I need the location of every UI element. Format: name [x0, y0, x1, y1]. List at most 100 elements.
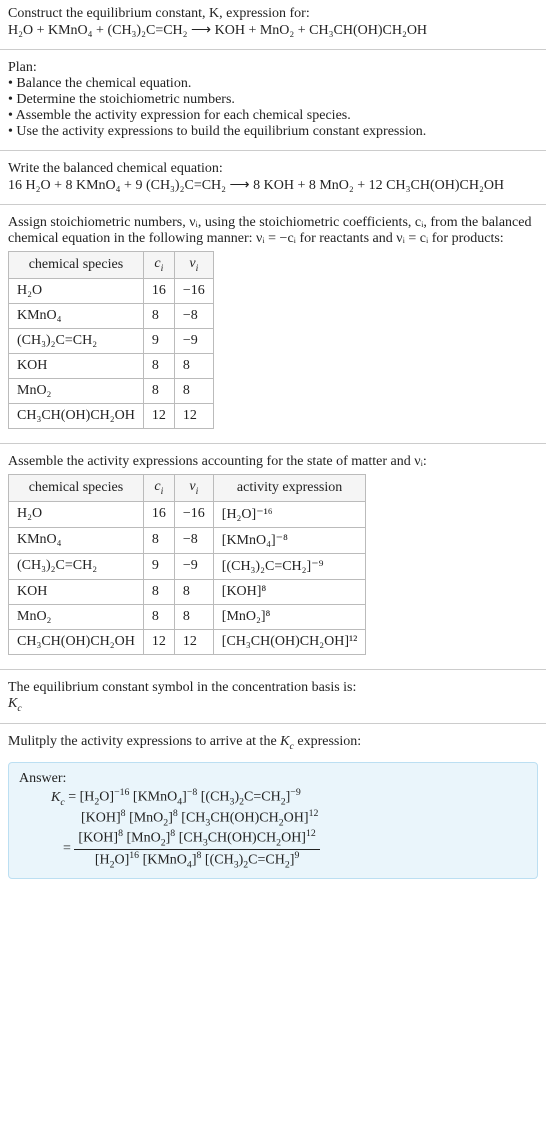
activity-heading: Assemble the activity expressions accoun… [8, 454, 538, 470]
plan-item-3: • Assemble the activity expression for e… [8, 108, 538, 124]
divider [0, 49, 546, 50]
stoich-table: chemical species ci νi H₂O16−16 KMnO₄8−8… [8, 251, 214, 429]
cell: 8 [143, 527, 174, 553]
stoich-heading: Assign stoichiometric numbers, νᵢ, using… [8, 215, 538, 247]
multiply-text: Mulitply the activity expressions to arr… [8, 734, 361, 749]
table-row: MnO₂88[MnO₂]⁸ [9, 604, 366, 629]
answer-eq: Kc = K_c = [H₂O]⁻¹⁶ [KMnO₄]⁻⁸ [(CH₃)₂C=C… [19, 787, 527, 870]
symbol-line1: The equilibrium constant symbol in the c… [8, 680, 538, 696]
cell: H₂O [9, 278, 144, 303]
cell: 12 [143, 629, 174, 654]
cell: −8 [174, 303, 213, 328]
cell: −9 [174, 553, 213, 579]
intro-reaction: H₂O + KMnO₄ + (CH₃)₂C=CH₂ ⟶ KOH + MnO₂ +… [8, 22, 538, 39]
intro: Construct the equilibrium constant, K, e… [0, 0, 546, 45]
fraction: [KOH]8 [MnO2]8 [CH3CH(OH)CH2OH]12 [H2O]1… [74, 828, 319, 870]
answer-line1: Kc = K_c = [H₂O]⁻¹⁶ [KMnO₄]⁻⁸ [(CH₃)₂C=C… [51, 787, 527, 807]
cell: H₂O [9, 501, 144, 527]
divider [0, 204, 546, 205]
plan-item-2: • Determine the stoichiometric numbers. [8, 92, 538, 108]
answer-frac: = [KOH]8 [MnO2]8 [CH3CH(OH)CH2OH]12 [H2O… [51, 828, 527, 870]
cell: [CH₃CH(OH)CH₂OH]¹² [213, 629, 366, 654]
plan: Plan: • Balance the chemical equation. •… [0, 54, 546, 146]
table-row: CH₃CH(OH)CH₂OH1212 [9, 403, 214, 428]
cell: MnO₂ [9, 604, 144, 629]
col-nui: νi [174, 474, 213, 501]
balanced-heading: Write the balanced chemical equation: [8, 161, 538, 177]
answer-label: Answer: [19, 771, 527, 787]
divider [0, 150, 546, 151]
activity-table: chemical species ci νi activity expressi… [8, 474, 366, 655]
col-nui: νi [174, 252, 213, 279]
answer-box: Answer: Kc = K_c = [H₂O]⁻¹⁶ [KMnO₄]⁻⁸ [(… [8, 762, 538, 879]
cell: 8 [174, 604, 213, 629]
cell: 8 [143, 579, 174, 604]
cell: −9 [174, 328, 213, 353]
symbol: The equilibrium constant symbol in the c… [0, 674, 546, 720]
cell: [MnO₂]⁸ [213, 604, 366, 629]
cell: KOH [9, 579, 144, 604]
cell: 8 [174, 378, 213, 403]
table-row: H₂O16−16 [9, 278, 214, 303]
plan-item-1-text: Balance the chemical equation. [16, 76, 191, 91]
cell: KMnO₄ [9, 527, 144, 553]
table-row: (CH₃)₂C=CH₂9−9[(CH₃)₂C=CH₂]⁻⁹ [9, 553, 366, 579]
cell: 8 [143, 353, 174, 378]
cell: [KOH]⁸ [213, 579, 366, 604]
cell: 8 [143, 303, 174, 328]
cell: 9 [143, 328, 174, 353]
multiply: Mulitply the activity expressions to arr… [0, 728, 546, 758]
cell: 8 [174, 353, 213, 378]
cell: −16 [174, 278, 213, 303]
table-row: MnO₂88 [9, 378, 214, 403]
cell: MnO₂ [9, 378, 144, 403]
col-ci: ci [143, 474, 174, 501]
table-row: (CH₃)₂C=CH₂9−9 [9, 328, 214, 353]
activity: Assemble the activity expressions accoun… [0, 448, 546, 665]
cell: 16 [143, 501, 174, 527]
plan-heading: Plan: [8, 60, 538, 76]
plan-item-1: • Balance the chemical equation. [8, 76, 538, 92]
col-species: chemical species [9, 252, 144, 279]
stoich: Assign stoichiometric numbers, νᵢ, using… [0, 209, 546, 439]
symbol-line2: Kc [8, 696, 538, 714]
table-header-row: chemical species ci νi activity expressi… [9, 474, 366, 501]
table-row: KMnO₄8−8 [9, 303, 214, 328]
plan-item-2-text: Determine the stoichiometric numbers. [16, 92, 235, 107]
cell: CH₃CH(OH)CH₂OH [9, 403, 144, 428]
table-row: H₂O16−16[H₂O]⁻¹⁶ [9, 501, 366, 527]
cell: CH₃CH(OH)CH₂OH [9, 629, 144, 654]
cell: [(CH₃)₂C=CH₂]⁻⁹ [213, 553, 366, 579]
balanced-equation: 16 H₂O + 8 KMnO₄ + 9 (CH₃)₂C=CH₂ ⟶ 8 KOH… [8, 177, 538, 194]
frac-num: [KOH]8 [MnO2]8 [CH3CH(OH)CH2OH]12 [74, 828, 319, 849]
balanced: Write the balanced chemical equation: 16… [0, 155, 546, 200]
answer-line2: [KOH]8 [MnO2]8 [CH3CH(OH)CH2OH]12 [51, 808, 527, 828]
cell: 8 [143, 378, 174, 403]
divider [0, 443, 546, 444]
cell: 9 [143, 553, 174, 579]
plan-item-4: • Use the activity expressions to build … [8, 124, 538, 140]
cell: [H₂O]⁻¹⁶ [213, 501, 366, 527]
cell: 16 [143, 278, 174, 303]
table-row: CH₃CH(OH)CH₂OH1212[CH₃CH(OH)CH₂OH]¹² [9, 629, 366, 654]
cell: 12 [174, 403, 213, 428]
cell: KMnO₄ [9, 303, 144, 328]
cell: (CH₃)₂C=CH₂ [9, 553, 144, 579]
col-species: chemical species [9, 474, 144, 501]
divider [0, 669, 546, 670]
cell: 8 [143, 604, 174, 629]
cell: KOH [9, 353, 144, 378]
cell: −8 [174, 527, 213, 553]
col-ci: ci [143, 252, 174, 279]
table-row: KOH88 [9, 353, 214, 378]
cell: 12 [143, 403, 174, 428]
frac-den: [H2O]16 [KMnO4]8 [(CH3)2C=CH2]9 [74, 850, 319, 870]
divider [0, 723, 546, 724]
cell: 8 [174, 579, 213, 604]
intro-line1: Construct the equilibrium constant, K, e… [8, 6, 538, 22]
plan-item-3-text: Assemble the activity expression for eac… [16, 108, 351, 123]
cell: −16 [174, 501, 213, 527]
plan-item-4-text: Use the activity expressions to build th… [16, 124, 426, 139]
cell: [KMnO₄]⁻⁸ [213, 527, 366, 553]
table-row: KOH88[KOH]⁸ [9, 579, 366, 604]
